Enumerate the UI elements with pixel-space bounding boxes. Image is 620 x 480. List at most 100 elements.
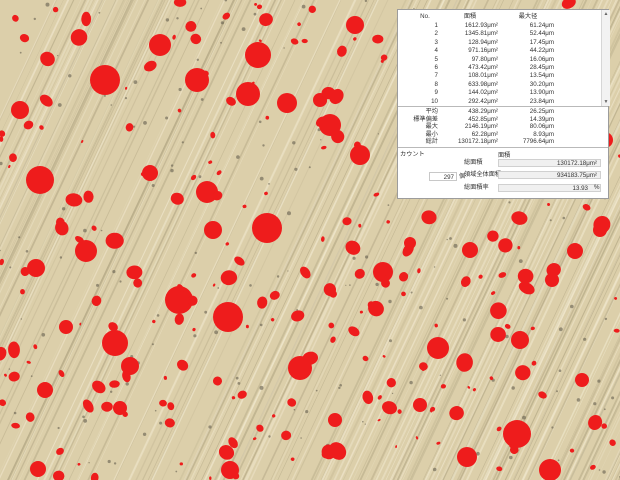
count-value: 297 bbox=[429, 172, 457, 181]
particle-blob bbox=[613, 328, 620, 333]
particle-blob bbox=[517, 246, 521, 250]
particle-blob bbox=[33, 344, 38, 350]
particle-blob bbox=[301, 38, 308, 44]
table-divider bbox=[398, 106, 608, 107]
table-row[interactable]: 9 144.02μm² 13.90μm bbox=[398, 89, 602, 97]
col-area-header[interactable]: 面積 bbox=[442, 13, 498, 21]
row-max-diameter: 23.84μm bbox=[529, 97, 554, 105]
particle-blob bbox=[358, 223, 362, 228]
particle-blob bbox=[496, 466, 503, 472]
particle-blob bbox=[11, 422, 20, 429]
table-row[interactable]: 1 1612.93μm² 61.24μm bbox=[398, 22, 602, 30]
particle-blob bbox=[601, 423, 607, 429]
particle-blob bbox=[174, 313, 184, 325]
particle-blob bbox=[0, 258, 4, 266]
particle-blob bbox=[386, 220, 390, 224]
particle-blob bbox=[496, 426, 502, 432]
particle-blob bbox=[231, 396, 236, 400]
particle-blob bbox=[236, 82, 260, 106]
table-row[interactable]: 4 971.16μm² 44.22μm bbox=[398, 47, 602, 55]
particle-blob bbox=[79, 322, 82, 326]
particle-blob bbox=[419, 362, 428, 371]
particle-blob bbox=[368, 300, 384, 317]
table-row[interactable]: 8 633.98μm² 30.20μm bbox=[398, 81, 602, 89]
particle-blob bbox=[397, 409, 402, 414]
table-row[interactable]: 3 128.94μm² 17.45μm bbox=[398, 39, 602, 47]
particle-blob bbox=[515, 365, 531, 381]
scroll-up-icon[interactable]: ▲ bbox=[603, 11, 609, 17]
table-row[interactable]: 6 473.42μm² 28.45μm bbox=[398, 64, 602, 72]
col-maxdia-header[interactable]: 最大径 bbox=[502, 13, 554, 21]
particle-blob bbox=[269, 290, 280, 300]
table-scrollbar[interactable]: ▲ ▼ bbox=[601, 10, 610, 106]
particle-blob bbox=[242, 204, 247, 209]
particle-blob bbox=[252, 213, 282, 243]
particle-blob bbox=[91, 295, 102, 306]
particle-blob bbox=[149, 34, 171, 56]
particle-blob bbox=[489, 376, 494, 381]
particle-blob bbox=[56, 447, 64, 455]
particle-blob bbox=[126, 265, 143, 280]
row-number: 10 bbox=[431, 97, 438, 105]
particle-blob bbox=[159, 399, 167, 407]
particle-blob bbox=[421, 210, 437, 225]
particle-blob bbox=[259, 13, 273, 27]
particle-blob bbox=[386, 378, 396, 388]
particle-blob bbox=[234, 256, 245, 266]
particle-blob bbox=[144, 60, 157, 72]
particle-blob bbox=[320, 236, 325, 242]
particle-blob bbox=[53, 470, 65, 480]
row-number: 7 bbox=[434, 72, 438, 80]
row-max-diameter: 16.06μm bbox=[529, 55, 554, 63]
particle-blob bbox=[0, 346, 7, 361]
table-row[interactable]: 10 292.42μm² 23.84μm bbox=[398, 98, 602, 106]
particle-blob bbox=[417, 268, 421, 274]
particle-blob bbox=[19, 34, 30, 43]
particle-blob bbox=[30, 461, 46, 477]
particle-blob bbox=[456, 353, 473, 372]
particle-blob bbox=[321, 145, 327, 150]
scroll-down-icon[interactable]: ▼ bbox=[603, 99, 609, 105]
particle-blob bbox=[287, 398, 297, 407]
particle-blob bbox=[491, 291, 496, 295]
particle-blob bbox=[362, 355, 369, 362]
region-area-label: 領域全体面積 bbox=[464, 171, 502, 178]
particle-blob bbox=[254, 2, 258, 6]
particle-blob bbox=[101, 401, 113, 412]
particle-blob bbox=[26, 166, 54, 194]
particle-blob bbox=[362, 390, 374, 405]
particle-blob bbox=[614, 296, 618, 300]
particle-blob bbox=[11, 101, 29, 119]
particle-blob bbox=[20, 289, 25, 295]
row-area: 971.16μm² bbox=[468, 47, 498, 55]
table-row[interactable]: 5 97.80μm² 16.06μm bbox=[398, 56, 602, 64]
row-number: 8 bbox=[434, 80, 438, 88]
particle-blob bbox=[52, 6, 59, 13]
particle-blob bbox=[23, 120, 34, 130]
particle-blob bbox=[77, 462, 81, 466]
particle-blob bbox=[82, 399, 94, 413]
table-row[interactable]: 7 108.01μm² 13.54μm bbox=[398, 72, 602, 80]
particle-blob bbox=[569, 448, 575, 453]
particle-blob bbox=[39, 94, 53, 107]
particle-blob bbox=[399, 272, 409, 282]
particle-blob bbox=[220, 270, 238, 286]
particle-blob bbox=[353, 37, 357, 41]
row-number: 6 bbox=[434, 64, 438, 71]
particle-blob bbox=[105, 232, 124, 249]
col-no-header[interactable]: No. bbox=[412, 13, 438, 21]
particle-blob bbox=[170, 192, 184, 205]
table-row[interactable]: 2 1345.81μm² 52.44μm bbox=[398, 30, 602, 38]
particle-blob bbox=[264, 191, 268, 196]
particle-blob bbox=[12, 14, 19, 22]
particle-blob bbox=[382, 401, 397, 415]
particle-blob bbox=[575, 373, 589, 387]
particle-blob bbox=[213, 302, 243, 332]
particle-blob bbox=[27, 259, 45, 277]
particle-blob bbox=[152, 319, 156, 324]
row-number: 3 bbox=[434, 38, 438, 46]
particle-blob bbox=[92, 380, 106, 394]
particle-blob bbox=[190, 33, 202, 45]
particle-blob bbox=[4, 373, 7, 377]
particle-blob bbox=[222, 12, 231, 20]
